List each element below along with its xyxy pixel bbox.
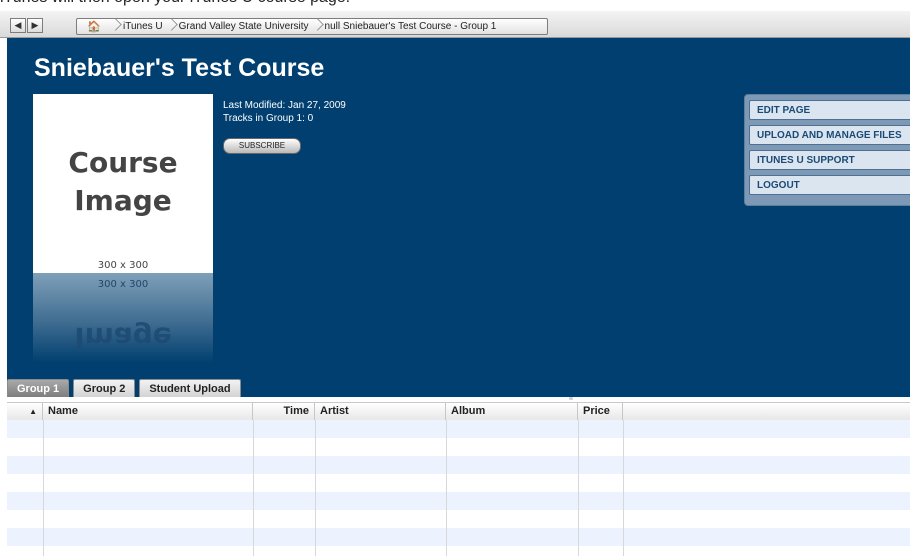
page-title: Sniebauer's Test Course	[34, 54, 325, 82]
table-row[interactable]	[7, 438, 910, 456]
table-row[interactable]	[7, 546, 910, 556]
column-divider	[623, 420, 624, 556]
table-row[interactable]	[7, 420, 910, 438]
reflection-word: Image	[74, 321, 172, 354]
table-row[interactable]	[7, 510, 910, 528]
edit-page-link[interactable]: EDIT PAGE	[749, 100, 910, 120]
caption-text: iTunes will then open your iTunes U cour…	[0, 0, 350, 9]
home-button[interactable]: 🏠	[77, 20, 111, 33]
logout-link[interactable]: LOGOUT	[749, 175, 910, 195]
table-row[interactable]	[7, 456, 910, 474]
column-divider	[578, 420, 579, 556]
upload-manage-files-link[interactable]: UPLOAD AND MANAGE FILES	[749, 125, 910, 145]
column-divider	[253, 420, 254, 556]
table-row[interactable]	[7, 474, 910, 492]
breadcrumb-course[interactable]: null Sniebauer's Test Course - Group 1	[323, 21, 501, 32]
track-list: ▲ Name Time Artist Album Price	[7, 397, 910, 556]
column-header-album[interactable]: Album	[446, 403, 578, 420]
table-row[interactable]	[7, 492, 910, 510]
back-arrow-icon: ◀	[14, 21, 22, 31]
sort-ascending-icon: ▲	[29, 407, 37, 416]
tracks-count-text: Tracks in Group 1: 0	[223, 113, 314, 124]
sort-column-header[interactable]: ▲	[7, 403, 43, 420]
resize-grip-icon[interactable]	[569, 397, 573, 400]
tab-student-upload[interactable]: Student Upload	[139, 379, 241, 398]
course-meta: Last Modified: Jan 27, 2009 Tracks in Gr…	[223, 99, 346, 125]
breadcrumb-itunes-u[interactable]: iTunes U	[121, 21, 167, 32]
group-tabs: Group 1 Group 2 Student Upload	[7, 379, 245, 398]
home-icon: 🏠	[87, 21, 101, 33]
column-divider	[43, 420, 44, 556]
column-header-name[interactable]: Name	[43, 403, 253, 420]
reflection-size-text: 300 x 300	[97, 279, 149, 290]
subscribe-button[interactable]: SUBSCRIBE	[223, 138, 301, 154]
column-header-blank	[623, 403, 910, 420]
breadcrumb-separator-icon	[111, 18, 121, 35]
column-header-artist[interactable]: Artist	[315, 403, 446, 420]
course-image-size: 300 x 300	[97, 260, 149, 271]
last-modified-text: Last Modified: Jan 27, 2009	[223, 100, 346, 111]
course-image-reflection: 300 x 300 Image	[33, 273, 213, 363]
course-image: Course Image 300 x 300	[33, 94, 213, 273]
tab-group-2[interactable]: Group 2	[73, 379, 136, 398]
table-row[interactable]	[7, 528, 910, 546]
breadcrumb-separator-icon	[313, 18, 323, 35]
column-header-time[interactable]: Time	[253, 403, 315, 420]
itunes-nav-bar: ◀ ▶ 🏠 iTunes U Grand Valley State Univer…	[0, 11, 910, 38]
back-button[interactable]: ◀	[10, 18, 26, 33]
column-divider	[315, 420, 316, 556]
column-divider	[446, 420, 447, 556]
track-list-header: ▲ Name Time Artist Album Price	[7, 402, 910, 421]
breadcrumb-university[interactable]: Grand Valley State University	[177, 21, 313, 32]
course-image-line2: Image	[74, 184, 172, 217]
breadcrumb-separator-icon	[167, 18, 177, 35]
forward-arrow-icon: ▶	[31, 21, 39, 31]
itunes-u-support-link[interactable]: ITUNES U SUPPORT	[749, 150, 910, 170]
forward-button[interactable]: ▶	[27, 18, 43, 33]
tab-group-1[interactable]: Group 1	[7, 379, 70, 398]
column-header-price[interactable]: Price	[578, 403, 623, 420]
course-page: Sniebauer's Test Course Course Image 300…	[7, 38, 910, 397]
course-admin-menu: EDIT PAGE UPLOAD AND MANAGE FILES ITUNES…	[744, 94, 910, 206]
breadcrumb: 🏠 iTunes U Grand Valley State University…	[76, 18, 548, 35]
course-image-line1: Course	[68, 146, 178, 179]
